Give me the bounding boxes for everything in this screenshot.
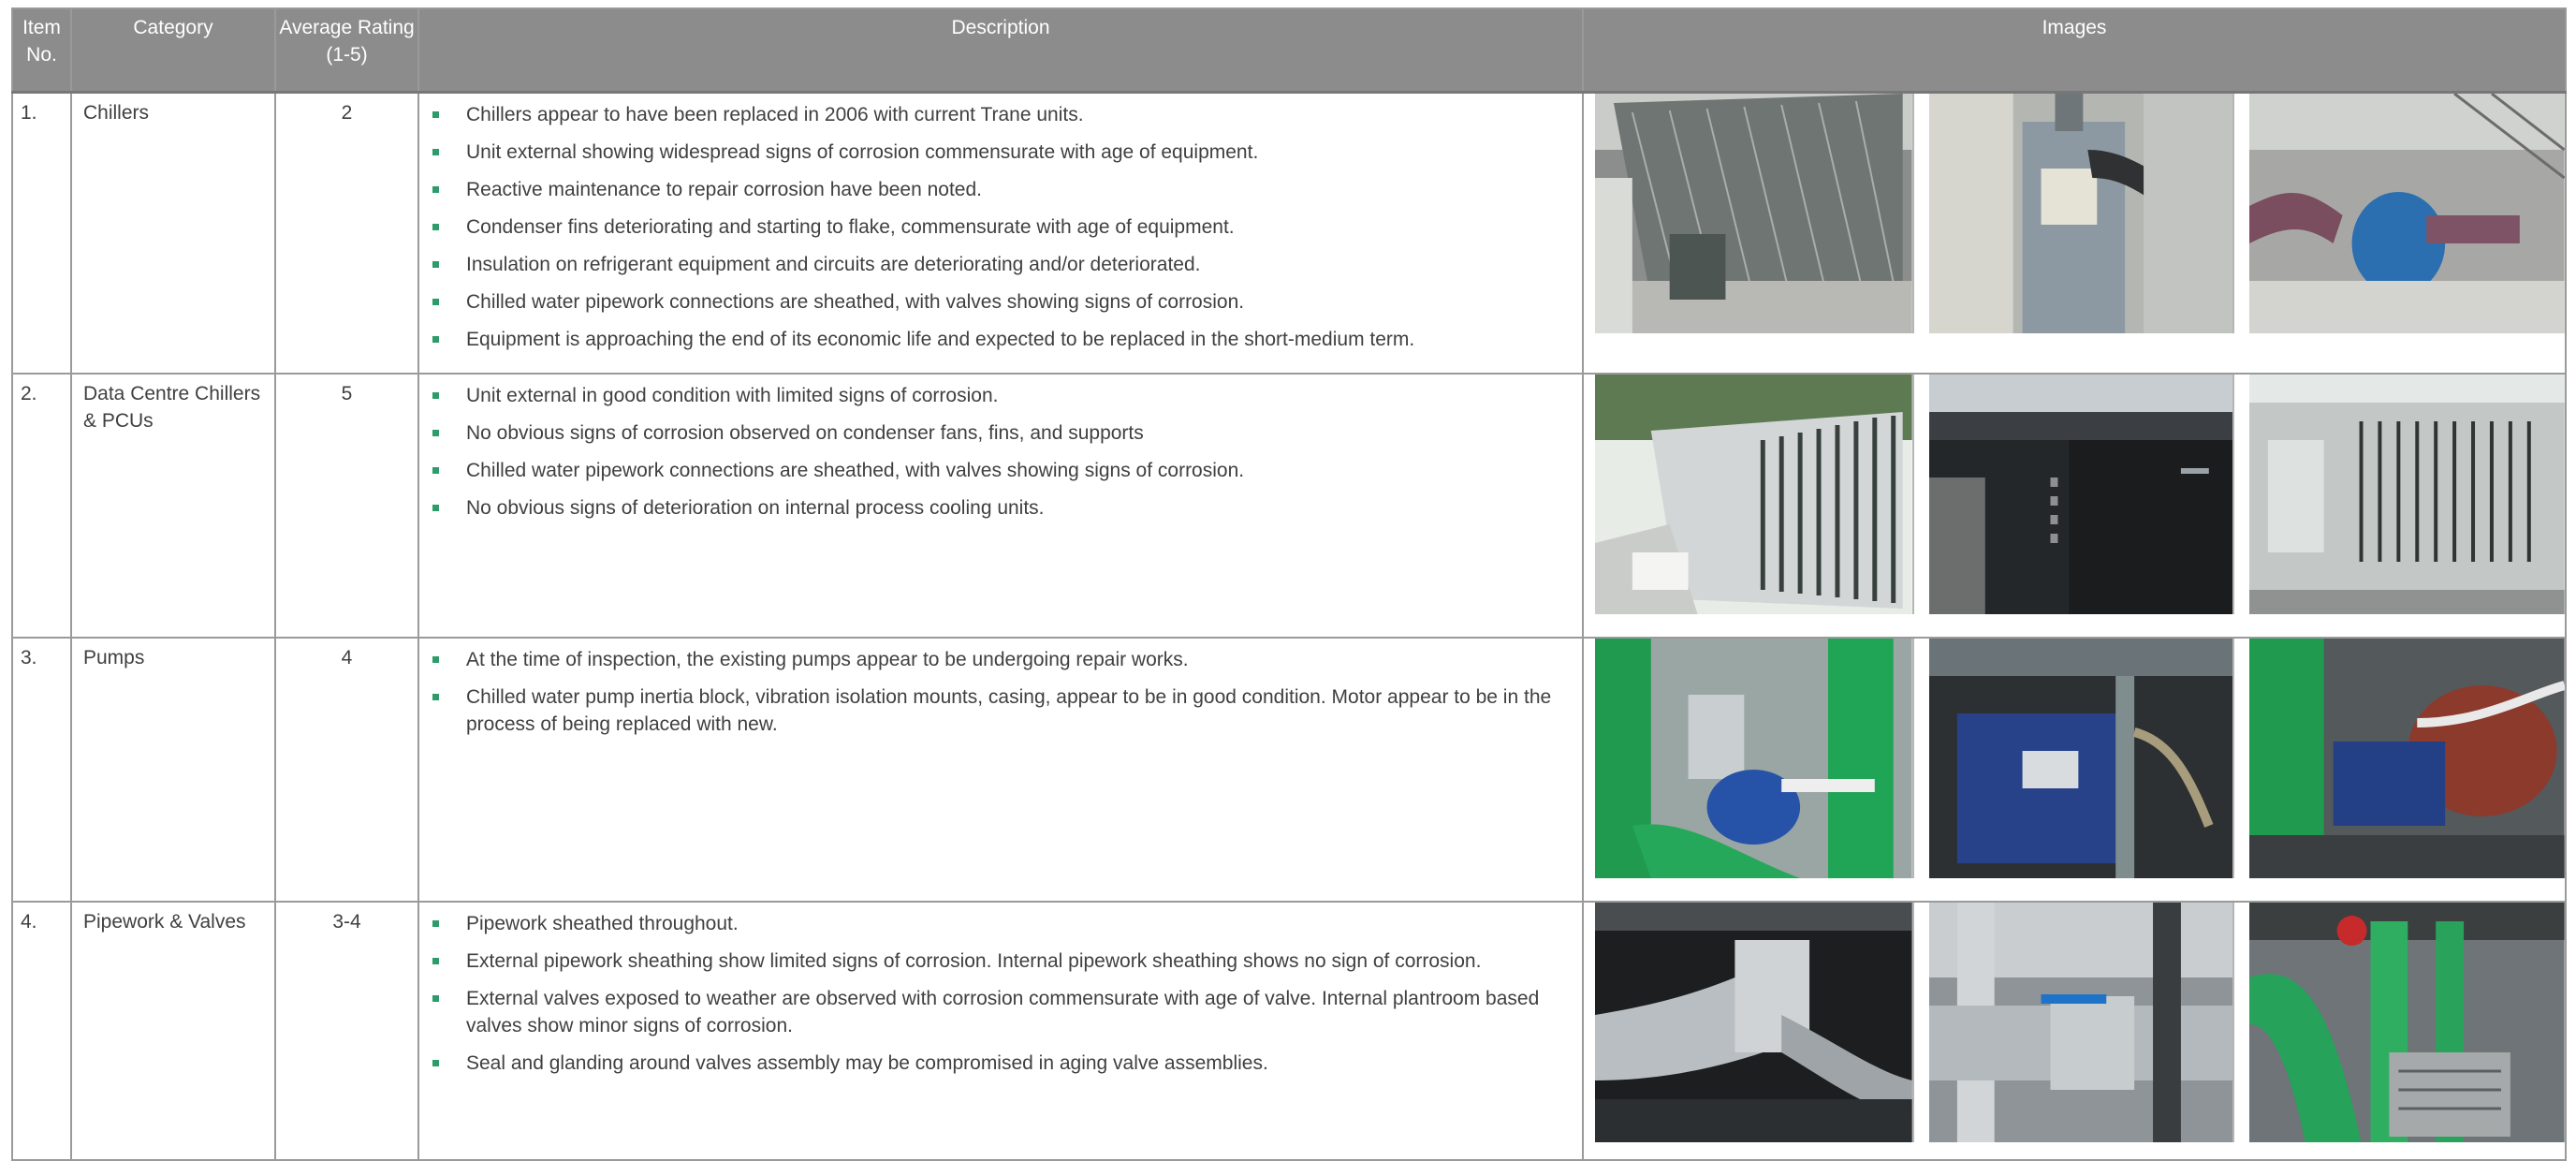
description-cell: Unit external in good condition with lim… (417, 373, 1584, 639)
pump-red-motor-photo (2249, 639, 2565, 878)
pipework-sheathing-photo (1595, 903, 1914, 1142)
bullet-square-icon (432, 336, 439, 343)
description-list: Unit external in good condition with lim… (429, 382, 1569, 522)
chiller-pump-motor-photo (2249, 94, 2565, 333)
bullet-text: At the time of inspection, the existing … (466, 649, 1189, 670)
bullet-square-icon (432, 299, 439, 305)
bullet-square-icon (432, 694, 439, 700)
description-bullet: Insulation on refrigerant equipment and … (429, 251, 1569, 278)
description-bullet: No obvious signs of corrosion observed o… (429, 419, 1569, 447)
description-bullet: Seal and glanding around valves assembly… (429, 1050, 1569, 1077)
description-bullet: Unit external showing widespread signs o… (429, 139, 1569, 166)
bullet-square-icon (432, 995, 439, 1002)
bullet-square-icon (432, 149, 439, 155)
category-cell: Data Centre Chillers & PCUs (70, 373, 276, 639)
bullet-text: Seal and glanding around valves assembly… (466, 1052, 1268, 1074)
description-bullet: Condenser fins deteriorating and startin… (429, 213, 1569, 241)
bullet-text: Chilled water pump inertia block, vibrat… (466, 686, 1552, 735)
bullet-square-icon (432, 224, 439, 230)
header-category: Category (70, 7, 276, 94)
pump-motor-photo (1928, 639, 2235, 878)
bullet-text: Insulation on refrigerant equipment and … (466, 254, 1201, 275)
description-bullet: Unit external in good condition with lim… (429, 382, 1569, 409)
bullet-square-icon (432, 261, 439, 268)
bullet-square-icon (432, 505, 439, 511)
bullet-text: Unit external showing widespread signs o… (466, 141, 1259, 163)
bullet-text: Unit external in good condition with lim… (466, 385, 999, 406)
header-item-no: Item No. (11, 7, 72, 94)
pipework-valve-photo (1928, 903, 2235, 1142)
description-bullet: At the time of inspection, the existing … (429, 646, 1569, 673)
table-row: 3. Pumps 4 At the time of inspection, th… (11, 637, 2567, 903)
bullet-text: Chilled water pipework connections are s… (466, 291, 1245, 313)
bullet-square-icon (432, 467, 439, 474)
bullet-square-icon (432, 111, 439, 118)
pump-assembly-photo (1595, 639, 1914, 878)
chiller-condenser-photo (1595, 94, 1914, 333)
bullet-text: Condenser fins deteriorating and startin… (466, 216, 1235, 238)
green-pipework-photo (2249, 903, 2565, 1142)
chiller-compressor-photo (1928, 94, 2235, 333)
item-number: 3. (11, 637, 72, 903)
description-bullet: Pipework sheathed throughout. (429, 910, 1569, 937)
bullet-text: No obvious signs of corrosion observed o… (466, 422, 1144, 444)
bullet-square-icon (432, 1060, 439, 1066)
category-cell: Pumps (70, 637, 276, 903)
bullet-square-icon (432, 656, 439, 663)
description-bullet: Chilled water pipework connections are s… (429, 457, 1569, 484)
table-row: 2. Data Centre Chillers & PCUs 5 Unit ex… (11, 373, 2567, 639)
bullet-square-icon (432, 920, 439, 927)
bullet-square-icon (432, 392, 439, 399)
description-cell: Chillers appear to have been replaced in… (417, 91, 1584, 375)
bullet-text: Chilled water pipework connections are s… (466, 460, 1245, 481)
description-bullet: External valves exposed to weather are o… (429, 985, 1569, 1039)
category-cell: Chillers (70, 91, 276, 375)
bullet-square-icon (432, 186, 439, 193)
description-bullet: Chillers appear to have been replaced in… (429, 101, 1569, 128)
header-images: Images (1582, 7, 2567, 94)
table-row: 1. Chillers 2 Chillers appear to have be… (11, 91, 2567, 375)
images-cell (1582, 637, 2567, 903)
header-description: Description (417, 7, 1584, 94)
description-bullet: External pipework sheathing show limited… (429, 948, 1569, 975)
description-list: At the time of inspection, the existing … (429, 646, 1569, 738)
item-number: 1. (11, 91, 72, 375)
rating-cell: 4 (274, 637, 419, 903)
process-cooling-unit-photo (1928, 375, 2235, 614)
images-cell (1582, 373, 2567, 639)
data-centre-condenser-photo (2249, 375, 2565, 614)
header-rating: Average Rating (1-5) (274, 7, 419, 94)
description-bullet: Reactive maintenance to repair corrosion… (429, 176, 1569, 203)
description-list: Chillers appear to have been replaced in… (429, 101, 1569, 353)
bullet-text: Reactive maintenance to repair corrosion… (466, 179, 983, 200)
bullet-square-icon (432, 958, 439, 964)
description-list: Pipework sheathed throughout. External p… (429, 910, 1569, 1077)
bullet-text: Pipework sheathed throughout. (466, 913, 739, 934)
rating-cell: 5 (274, 373, 419, 639)
header-row: Item No. Category Average Rating (1-5) D… (11, 7, 2567, 94)
images-cell (1582, 91, 2567, 375)
item-number: 2. (11, 373, 72, 639)
condition-assessment-table: Item No. Category Average Rating (1-5) D… (11, 7, 2567, 1161)
description-bullet: Equipment is approaching the end of its … (429, 326, 1569, 353)
description-bullet: No obvious signs of deterioration on int… (429, 494, 1569, 522)
bullet-text: Equipment is approaching the end of its … (466, 329, 1415, 350)
description-bullet: Chilled water pipework connections are s… (429, 288, 1569, 316)
bullet-text: External valves exposed to weather are o… (466, 988, 1540, 1036)
bullet-square-icon (432, 430, 439, 436)
bullet-text: Chillers appear to have been replaced in… (466, 104, 1084, 125)
bullet-text: No obvious signs of deterioration on int… (466, 497, 1045, 519)
bullet-text: External pipework sheathing show limited… (466, 950, 1482, 972)
description-bullet: Chilled water pump inertia block, vibrat… (429, 683, 1569, 738)
rating-cell: 2 (274, 91, 419, 375)
description-cell: At the time of inspection, the existing … (417, 637, 1584, 903)
data-centre-chiller-photo (1595, 375, 1914, 614)
